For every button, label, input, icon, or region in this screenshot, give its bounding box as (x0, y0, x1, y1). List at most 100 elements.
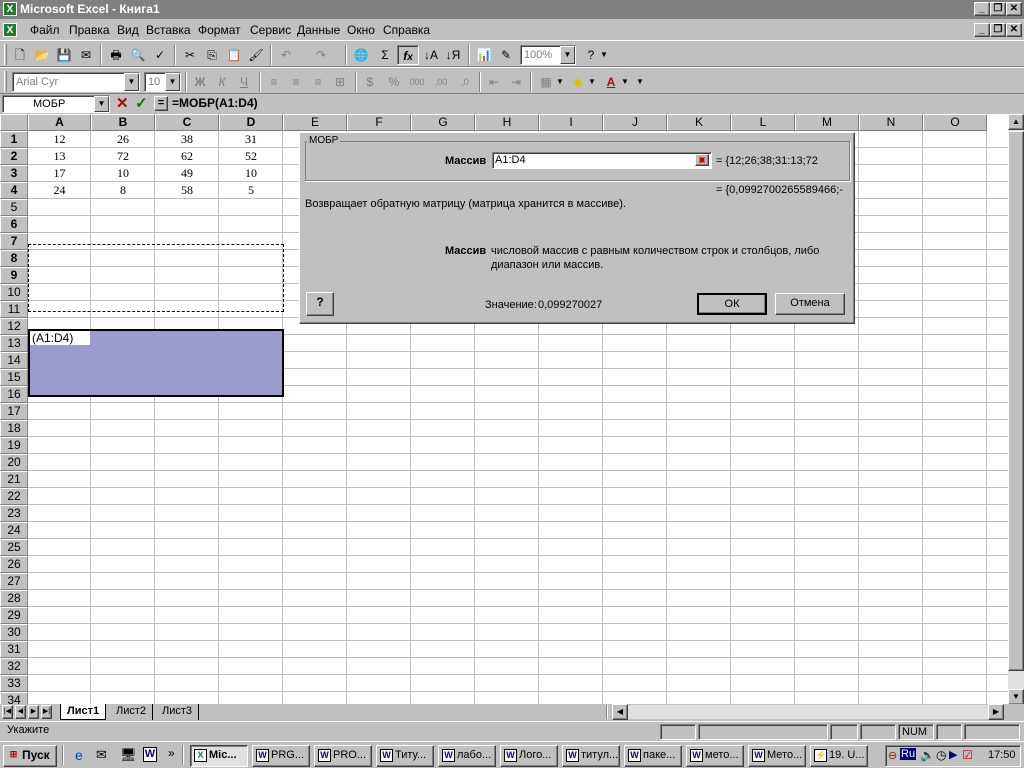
menu-tools[interactable]: Сервис (250, 23, 291, 37)
column-header-a[interactable]: A (28, 114, 91, 131)
email-icon[interactable]: ✉ (75, 45, 97, 65)
cell-d4[interactable]: 5 (219, 182, 283, 199)
chevron-down-icon[interactable]: ▼ (620, 72, 630, 92)
toolbar-options-icon[interactable]: ▼ (634, 72, 646, 92)
doc-close-button[interactable]: ✕ (1006, 23, 1022, 37)
taskbar-button-9[interactable]: Wмето... (686, 745, 744, 767)
formula-input[interactable]: =МОБР(A1:D4) (172, 96, 258, 110)
desktop-icon[interactable]: 🖥 (120, 747, 137, 763)
cell-c3[interactable]: 49 (155, 165, 219, 182)
row-header-10[interactable]: 10 (0, 284, 28, 301)
volume-icon[interactable]: 🔈 (920, 748, 935, 762)
enter-icon[interactable]: ✓ (135, 94, 148, 112)
column-header-f[interactable]: F (347, 114, 411, 131)
taskbar-button-4[interactable]: W Титу... (376, 745, 434, 767)
cell-b3[interactable]: 10 (91, 165, 155, 182)
toolbar-options-icon[interactable]: ▼ (598, 45, 610, 65)
cell-c2[interactable]: 62 (155, 148, 219, 165)
row-header-17[interactable]: 17 (0, 403, 28, 420)
decrease-decimal-icon[interactable]: ,0 (454, 72, 476, 92)
doc-restore-button[interactable]: ❐ (990, 23, 1006, 37)
sort-ascending-icon[interactable]: ↓A (420, 45, 442, 65)
column-header-h[interactable]: H (475, 114, 539, 131)
column-header-d[interactable]: D (219, 114, 283, 131)
cell-b4[interactable]: 8 (91, 182, 155, 199)
cancel-button[interactable]: Отмена (775, 293, 845, 315)
sort-descending-icon[interactable]: ↓Я (442, 45, 464, 65)
decrease-indent-icon[interactable]: ⇤ (483, 72, 505, 92)
row-header-29[interactable]: 29 (0, 607, 28, 624)
toolbar-grip[interactable] (4, 44, 7, 65)
clock-app-icon[interactable]: ◷ (936, 748, 946, 762)
row-header-26[interactable]: 26 (0, 556, 28, 573)
hyperlink-icon[interactable]: 🌐 (350, 45, 372, 65)
start-button[interactable]: ⊞ Пуск (3, 745, 57, 767)
row-header-16[interactable]: 16 (0, 386, 28, 403)
cell-c1[interactable]: 38 (155, 131, 219, 148)
cell-d3[interactable]: 10 (219, 165, 283, 182)
select-all-button[interactable] (0, 114, 28, 131)
open-icon[interactable]: 📂 (31, 45, 53, 65)
cell-a3[interactable]: 17 (28, 165, 91, 182)
excel-icon[interactable]: X (3, 2, 17, 16)
chevron-down-icon[interactable]: ▼ (124, 73, 139, 91)
taskbar-button-3[interactable]: W PRO... (314, 745, 372, 767)
media-icon[interactable]: ▶ (949, 748, 957, 761)
italic-icon[interactable]: К (211, 72, 233, 92)
taskbar-button-2[interactable]: W PRG... (252, 745, 310, 767)
row-header-19[interactable]: 19 (0, 437, 28, 454)
column-header-c[interactable]: C (155, 114, 219, 131)
column-header-i[interactable]: I (539, 114, 603, 131)
scroll-right-icon[interactable]: ▶ (988, 704, 1004, 720)
chevron-down-icon[interactable]: ▼ (165, 73, 180, 91)
mail-icon[interactable]: ☑ (962, 748, 973, 762)
last-sheet-icon[interactable]: ▶| (41, 705, 52, 719)
cell-d2[interactable]: 52 (219, 148, 283, 165)
fill-color-icon[interactable]: ◆ (567, 72, 589, 92)
column-header-b[interactable]: B (91, 114, 155, 131)
row-header-9[interactable]: 9 (0, 267, 28, 284)
horizontal-scrollbar[interactable] (628, 705, 988, 719)
column-header-k[interactable]: K (667, 114, 731, 131)
chart-wizard-icon[interactable]: 📊 (473, 45, 495, 65)
more-icon[interactable]: » (168, 746, 175, 760)
column-header-l[interactable]: L (731, 114, 795, 131)
edit-formula-button[interactable]: = (154, 96, 168, 111)
menu-window[interactable]: Окно (347, 23, 375, 37)
row-header-18[interactable]: 18 (0, 420, 28, 437)
save-icon[interactable]: 💾 (53, 45, 75, 65)
undo-icon[interactable]: ↶ (275, 45, 297, 65)
thousands-icon[interactable]: 000 (406, 72, 428, 92)
row-header-31[interactable]: 31 (0, 641, 28, 658)
row-header-25[interactable]: 25 (0, 539, 28, 556)
increase-indent-icon[interactable]: ⇥ (505, 72, 527, 92)
chevron-down-icon[interactable]: ▼ (94, 96, 109, 112)
row-header-1[interactable]: 1 (0, 131, 28, 148)
font-combo[interactable]: Arial Cyr ▼ (12, 72, 140, 92)
taskbar-button-11[interactable]: ⚡ 19. U... (810, 745, 868, 767)
help-icon[interactable]: ? (306, 292, 334, 316)
merge-center-icon[interactable]: ⊞ (329, 72, 351, 92)
doc-minimize-button[interactable]: _ (974, 23, 990, 37)
menu-data[interactable]: Данные (297, 23, 340, 37)
taskbar-button-10[interactable]: W Мето... (748, 745, 806, 767)
new-icon[interactable]: 🗋 (9, 45, 31, 65)
percent-icon[interactable]: % (383, 72, 405, 92)
row-header-23[interactable]: 23 (0, 505, 28, 522)
close-button[interactable]: ✕ (1006, 2, 1022, 16)
ok-button[interactable]: ОК (697, 293, 767, 315)
toolbar-grip[interactable] (4, 71, 7, 92)
network-icon[interactable]: ⊖ (888, 749, 897, 762)
column-header-g[interactable]: G (411, 114, 475, 131)
zoom-combo[interactable]: 100% ▼ (520, 45, 576, 65)
taskbar-button-7[interactable]: Wтитул... (562, 745, 620, 767)
scroll-up-icon[interactable]: ▲ (1008, 114, 1024, 130)
language-indicator[interactable]: Ru (900, 748, 917, 760)
menu-format[interactable]: Формат (198, 23, 241, 37)
drawing-icon[interactable]: ✎ (495, 45, 517, 65)
row-header-7[interactable]: 7 (0, 233, 28, 250)
row-header-12[interactable]: 12 (0, 318, 28, 335)
word-icon[interactable]: W (143, 747, 157, 762)
scroll-down-icon[interactable]: ▼ (1008, 689, 1024, 705)
menu-view[interactable]: Вид (117, 23, 139, 37)
